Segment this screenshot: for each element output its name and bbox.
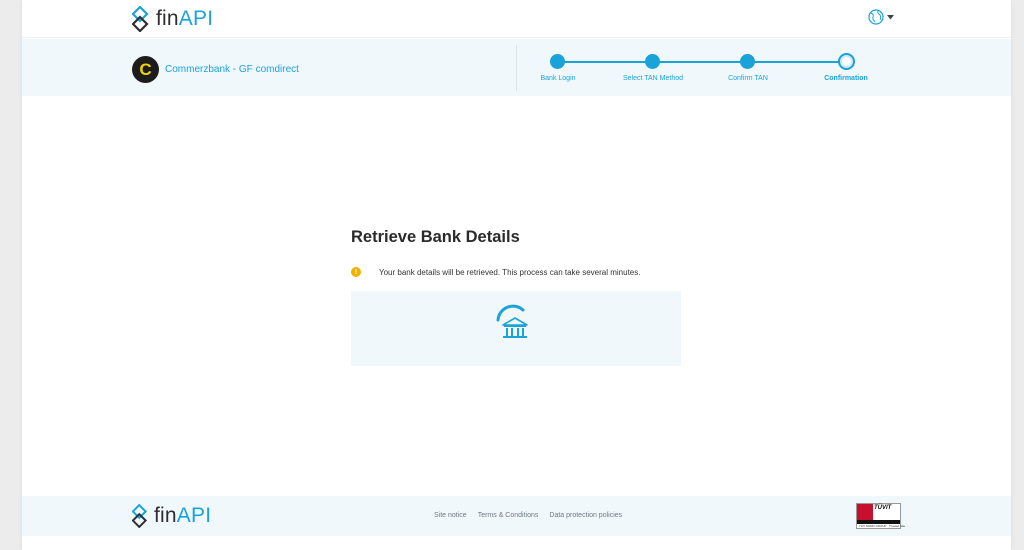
footer-finapi-logo[interactable]: finAPI: [132, 504, 211, 528]
progress-stepper: Bank Login Select TAN Method Confirm TAN…: [540, 53, 930, 93]
app-frame: finAPI C Commerzbank - GF comdirect Bank…: [22, 0, 1011, 550]
step-dot-confirmation: [838, 53, 855, 70]
step-label-select-tan: Select TAN Method: [622, 75, 684, 82]
footer-logo-api-text: API: [176, 504, 212, 527]
caret-down-icon: [887, 14, 894, 19]
bank-logo-letter: C: [139, 60, 152, 79]
terms-link[interactable]: Terms & Conditions: [478, 512, 539, 519]
language-selector[interactable]: [868, 9, 894, 25]
globe-icon: [868, 9, 884, 25]
step-label-confirm-tan: Confirm TAN: [728, 75, 768, 82]
footer-links: Site notice Terms & Conditions Data prot…: [434, 512, 622, 519]
step-dot-confirm-tan: [740, 54, 755, 69]
bank-name: Commerzbank - GF comdirect: [165, 64, 299, 75]
info-text: Your bank details will be retrieved. Thi…: [379, 267, 641, 277]
step-label-confirmation: Confirmation: [824, 75, 868, 82]
footer: finAPI Site notice Terms & Conditions Da…: [22, 496, 1011, 536]
data-protection-link[interactable]: Data protection policies: [549, 512, 622, 519]
finapi-mark-icon: [132, 504, 148, 528]
loading-arc: [496, 304, 525, 322]
step-dot-select-tan: [645, 54, 660, 69]
tuvit-subtext: TÜV NORD GROUP · Trusted Site: [859, 524, 906, 528]
finapi-logo[interactable]: finAPI: [132, 6, 213, 32]
tuvit-text: TÜVIT: [874, 505, 892, 511]
footer-logo-text: finAPI: [154, 504, 211, 528]
info-warning-icon: !: [351, 267, 361, 277]
stepper-line: [558, 61, 846, 63]
band-divider: [516, 45, 517, 91]
bank-building-icon: [496, 304, 528, 338]
top-bar: finAPI: [22, 0, 1011, 38]
info-message: ! Your bank details will be retrieved. T…: [351, 267, 640, 277]
step-dot-bank-login: [550, 54, 565, 69]
footer-logo-fin-text: fin: [154, 504, 177, 527]
logo-text: finAPI: [156, 7, 213, 31]
finapi-mark-icon: [132, 6, 149, 32]
logo-api-text: API: [178, 7, 214, 30]
site-notice-link[interactable]: Site notice: [434, 512, 467, 519]
page-title: Retrieve Bank Details: [351, 228, 520, 246]
tuvit-red-block: [857, 504, 873, 520]
step-label-bank-login: Bank Login: [540, 75, 576, 82]
loading-panel: [351, 291, 681, 366]
main-content: Retrieve Bank Details ! Your bank detail…: [351, 228, 683, 277]
logo-fin-text: fin: [156, 7, 179, 30]
tuvit-badge[interactable]: TÜVIT TÜV NORD GROUP · Trusted Site: [856, 503, 905, 529]
bank-logo: C: [132, 56, 159, 83]
bank-band: C Commerzbank - GF comdirect Bank Login …: [22, 39, 1011, 96]
